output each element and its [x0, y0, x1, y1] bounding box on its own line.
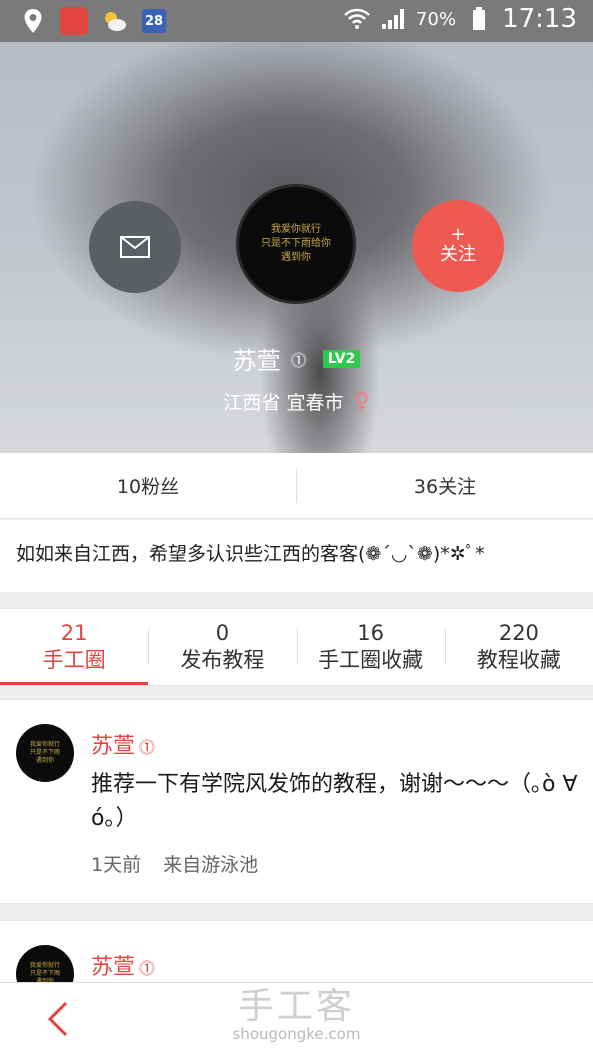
watermark-url: shougongke.com — [232, 1025, 361, 1043]
follow-label: 关注 — [440, 244, 476, 265]
stats-bar: 10粉丝 36关注 — [0, 453, 593, 519]
profile-avatar[interactable]: 我爱你就行 只是不下雨给你 遇到你 — [236, 184, 356, 304]
post-time: 1天前 — [91, 854, 142, 876]
fans-count[interactable]: 10粉丝 — [0, 472, 296, 499]
message-button[interactable] — [89, 201, 181, 293]
tab-handcraft-circle[interactable]: 21 手工圈 — [0, 609, 149, 685]
tab-count: 21 — [60, 621, 88, 645]
tab-count: 0 — [215, 621, 230, 645]
watermark-logo: 手工客 — [237, 986, 355, 1027]
name-badge: ⓵ — [290, 350, 307, 370]
app-notification-icon — [60, 7, 88, 35]
profile-name: 苏萱 — [232, 347, 281, 375]
tab-circle-favorites[interactable]: 16 手工圈收藏 — [296, 609, 445, 685]
female-icon: ♀ — [353, 389, 370, 414]
profile-name-row: 苏萱 ⓵ LV2 — [0, 341, 593, 376]
profile-location: 江西省 宜春市 — [223, 392, 344, 414]
weather-icon — [102, 8, 128, 34]
wifi-icon — [344, 6, 370, 32]
level-badge: LV2 — [322, 349, 361, 368]
profile-location-row: 江西省 宜春市 ♀ — [0, 388, 593, 415]
tab-label: 手工圈收藏 — [318, 648, 424, 672]
following-count[interactable]: 36关注 — [297, 472, 593, 499]
status-bar: 28 70% 17:13 — [0, 0, 593, 42]
tab-label: 发布教程 — [180, 648, 265, 672]
post-text: 推荐一下有学院风发饰的教程，谢谢～～～（｡ò ∀ ó｡） — [91, 772, 578, 831]
location-pin-icon — [20, 8, 46, 34]
profile-bio: 如如来自江西，希望多认识些江西的客客(❁´◡`❁)*✲ﾟ* — [0, 520, 593, 592]
content-tabs: 21 手工圈 0 发布教程 16 手工圈收藏 220 教程收藏 — [0, 608, 593, 686]
post-meta: 1天前 来自游泳池 — [91, 850, 258, 877]
tab-count: 220 — [498, 621, 539, 645]
signal-icon — [380, 6, 406, 32]
tab-tutorial-favorites[interactable]: 220 教程收藏 — [444, 609, 593, 685]
clock: 17:13 — [502, 4, 577, 34]
mail-icon — [120, 236, 150, 258]
feed-post[interactable]: 我爱你就行 只是不下雨 遇到你 苏萱 ⓵ 推荐一下有学院风发饰的教程，谢谢～～～（｡ò… — [0, 699, 593, 904]
calendar-icon: 28 — [142, 9, 166, 33]
follow-button[interactable]: + 关注 — [412, 200, 504, 292]
tab-label: 手工圈 — [42, 648, 106, 672]
plus-icon: + — [450, 224, 466, 245]
post-source: 来自游泳池 — [163, 854, 259, 876]
post-author-avatar[interactable]: 我爱你就行只是不下雨遇到你 — [16, 724, 74, 782]
battery-icon — [466, 6, 492, 32]
bottom-bar: 手工客 shougongke.com — [0, 982, 593, 1054]
profile-header: 我爱你就行 只是不下雨给你 遇到你 + 关注 苏萱 ⓵ LV2 江西省 宜春市 … — [0, 42, 593, 453]
tab-published-tutorials[interactable]: 0 发布教程 — [148, 609, 296, 685]
battery-percent: 70% — [416, 8, 457, 30]
post-author-name[interactable]: 苏萱 ⓵ — [91, 728, 155, 760]
tab-count: 16 — [357, 621, 384, 645]
tab-label: 教程收藏 — [476, 648, 561, 672]
